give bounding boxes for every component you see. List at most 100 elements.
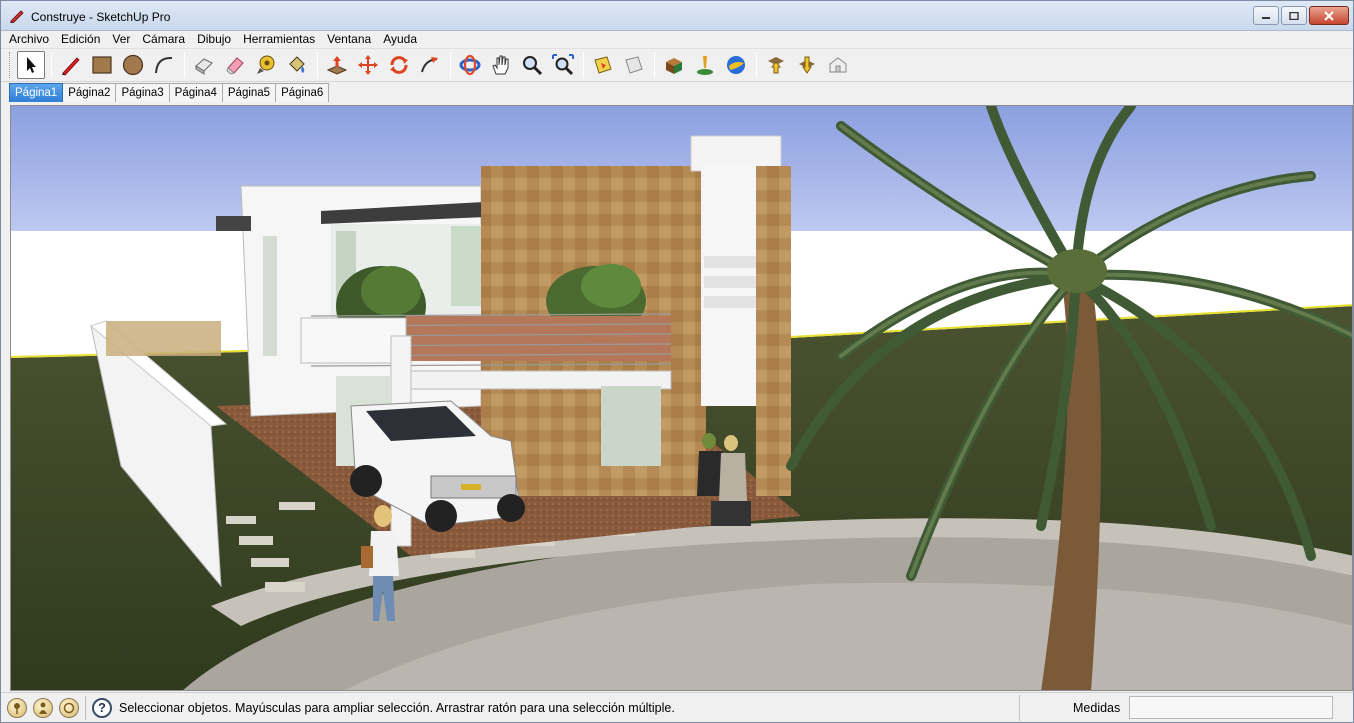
tab-pagina2[interactable]: Página2 — [63, 83, 117, 102]
toolbar-separator — [583, 52, 584, 78]
circle-tool-button[interactable] — [119, 51, 147, 79]
component-warehouse-icon — [666, 58, 682, 74]
add-location-button[interactable] — [691, 51, 719, 79]
move-icon — [358, 55, 378, 75]
tower-louvers — [704, 256, 756, 308]
circle-icon — [122, 54, 144, 76]
get-models-button[interactable] — [762, 51, 790, 79]
ground-floor-window — [601, 386, 661, 466]
toolbar-separator — [317, 52, 318, 78]
toolbar-separator — [756, 52, 757, 78]
make-component-icon — [195, 58, 213, 75]
scene-render — [11, 106, 1352, 690]
menu-dibujo[interactable]: Dibujo — [191, 31, 237, 47]
stone-pillar-right — [756, 166, 791, 496]
maximize-button[interactable] — [1281, 6, 1307, 25]
share-model-button[interactable] — [793, 51, 821, 79]
left-wing-window — [263, 236, 277, 356]
section-plane-button[interactable] — [589, 51, 617, 79]
stone-pillar-center — [556, 376, 606, 486]
measurements-input[interactable] — [1129, 696, 1333, 719]
roof-overhang-left — [216, 216, 251, 231]
add-location-icon — [697, 56, 713, 75]
paint-bucket-button[interactable] — [283, 51, 311, 79]
menu-ventana[interactable]: Ventana — [321, 31, 377, 47]
rotate-tool-button[interactable] — [385, 51, 413, 79]
tab-pagina1[interactable]: Página1 — [9, 83, 64, 102]
menu-edicion[interactable]: Edición — [55, 31, 106, 47]
sketchup-window: Construye - SketchUp Pro Archivo Edición… — [0, 0, 1354, 723]
zoom-tool-button[interactable] — [518, 51, 546, 79]
tab-pagina6[interactable]: Página6 — [276, 83, 330, 102]
move-tool-button[interactable] — [354, 51, 382, 79]
get-models-icon — [768, 57, 784, 74]
model-viewport[interactable] — [10, 105, 1353, 691]
minimize-button[interactable] — [1253, 6, 1279, 25]
section-display-icon — [625, 56, 643, 74]
status-bar: ? Seleccionar objetos. Mayúsculas para a… — [1, 692, 1353, 722]
toolbar-grip[interactable] — [9, 52, 13, 78]
window-controls — [1251, 6, 1349, 26]
close-button[interactable] — [1309, 6, 1349, 25]
menu-camara[interactable]: Cámara — [136, 31, 191, 47]
menu-ayuda[interactable]: Ayuda — [377, 31, 423, 47]
eraser-icon — [226, 57, 244, 75]
help-icon[interactable]: ? — [92, 697, 112, 718]
sketchup-app-icon — [10, 10, 24, 23]
menu-bar: Archivo Edición Ver Cámara Dibujo Herram… — [1, 31, 1353, 47]
select-arrow-icon — [27, 57, 36, 73]
orbit-tool-button[interactable] — [456, 51, 484, 79]
geo-location-icon[interactable] — [7, 697, 27, 718]
title-bar[interactable]: Construye - SketchUp Pro — [1, 1, 1353, 31]
google-earth-icon — [727, 56, 745, 74]
make-component-button[interactable] — [190, 51, 218, 79]
zoom-extents-icon — [552, 54, 574, 76]
pan-tool-button[interactable] — [487, 51, 515, 79]
line-tool-button[interactable] — [57, 51, 85, 79]
menu-archivo[interactable]: Archivo — [1, 31, 55, 47]
eraser-tool-button[interactable] — [221, 51, 249, 79]
google-earth-button[interactable] — [722, 51, 750, 79]
component-warehouse-button[interactable] — [660, 51, 688, 79]
paint-bucket-icon — [289, 56, 305, 73]
pencil-line-icon — [62, 57, 80, 76]
zoom-extents-button[interactable] — [549, 51, 577, 79]
push-pull-button[interactable] — [323, 51, 351, 79]
rectangle-icon — [92, 56, 112, 74]
share-model-icon — [799, 56, 815, 74]
maximize-icon — [1289, 11, 1299, 20]
menu-ver[interactable]: Ver — [106, 31, 136, 47]
section-display-button[interactable] — [620, 51, 648, 79]
close-icon — [1324, 10, 1334, 21]
minimize-icon — [1262, 16, 1270, 19]
tower-cap — [690, 135, 782, 172]
menu-herramientas[interactable]: Herramientas — [237, 31, 321, 47]
follow-me-button[interactable] — [416, 51, 444, 79]
tape-measure-icon — [257, 55, 275, 74]
tab-pagina5[interactable]: Página5 — [222, 83, 277, 102]
credits-icon[interactable] — [33, 697, 53, 718]
palm-crown — [1047, 249, 1107, 293]
status-separator — [85, 695, 86, 720]
zoom-icon — [523, 56, 543, 76]
back-wall — [106, 321, 221, 356]
push-pull-icon — [326, 56, 348, 75]
status-hint-text: Seleccionar objetos. Mayúsculas para amp… — [119, 700, 675, 715]
scene-tabs: Página1 Página2 Página3 Página4 Página5 … — [9, 83, 330, 102]
arc-tool-button[interactable] — [150, 51, 178, 79]
tab-pagina3[interactable]: Página3 — [116, 83, 170, 102]
orbit-icon — [459, 54, 481, 76]
toolbar-separator — [184, 52, 185, 78]
pan-hand-icon — [492, 55, 509, 75]
rectangle-tool-button[interactable] — [88, 51, 116, 79]
share-component-button[interactable] — [824, 51, 852, 79]
measurements-label: Medidas — [1073, 701, 1121, 715]
license-icon[interactable] — [59, 697, 79, 718]
status-separator — [1019, 695, 1020, 721]
tab-pagina4[interactable]: Página4 — [169, 83, 223, 102]
rotate-icon — [390, 56, 408, 74]
share-component-icon — [829, 57, 847, 73]
tape-measure-button[interactable] — [252, 51, 280, 79]
select-tool-button[interactable] — [17, 51, 45, 79]
follow-me-icon — [421, 57, 438, 73]
